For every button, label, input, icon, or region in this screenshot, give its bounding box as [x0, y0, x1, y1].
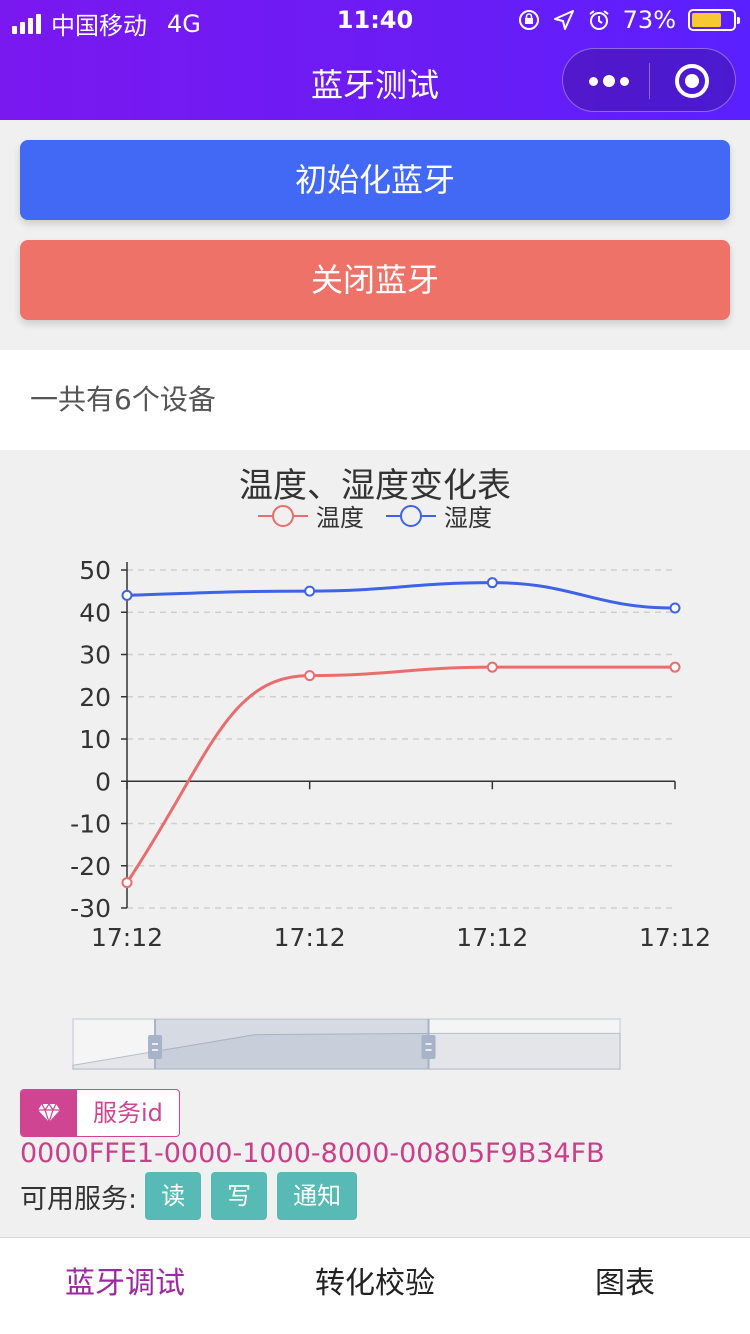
more-dots-icon[interactable]	[589, 69, 629, 93]
top-header: 中国移动 4G 11:40 73% 蓝牙测试	[0, 0, 750, 120]
write-button[interactable]: 写	[211, 1172, 268, 1220]
x-tick-label: 17:12	[91, 923, 163, 952]
temperature-point	[486, 661, 498, 673]
bottom-tab-bar: 蓝牙调试 转化校验 图表	[0, 1237, 750, 1334]
y-tick-label: 30	[79, 641, 111, 670]
temperature-point	[304, 670, 316, 682]
status-bar: 中国移动 4G 11:40 73%	[0, 0, 750, 40]
tab-bluetooth-debug[interactable]: 蓝牙调试	[0, 1238, 250, 1334]
legend-label-temperature: 温度	[316, 504, 364, 532]
humidity-point	[121, 589, 133, 601]
tab-conversion-check[interactable]: 转化校验	[250, 1238, 500, 1334]
humidity-point	[304, 585, 316, 597]
service-id-tag: 服务id	[20, 1089, 180, 1137]
battery-icon	[688, 9, 740, 31]
chart-legend: 温度 湿度	[0, 498, 750, 533]
mini-program-capsule	[562, 48, 736, 112]
read-button[interactable]: 读	[145, 1172, 202, 1220]
temperature-line	[125, 665, 675, 884]
alarm-icon	[589, 10, 609, 30]
datazoom-window	[155, 1019, 429, 1069]
y-tick-label: 50	[79, 556, 111, 585]
humidity-line	[126, 581, 676, 610]
battery-fill	[692, 13, 722, 27]
service-uuid: 0000FFE1-0000-1000-8000-00805F9B34FB	[20, 1138, 605, 1169]
orientation-lock-icon	[518, 10, 539, 30]
y-tick-label: 40	[79, 598, 111, 627]
close-bluetooth-button[interactable]: 关闭蓝牙	[20, 240, 730, 320]
legend-item-humidity[interactable]: 湿度	[386, 498, 492, 533]
x-tick-label: 17:12	[639, 923, 711, 952]
humidity-point	[669, 602, 681, 614]
humidity-point	[486, 577, 498, 589]
diamond-icon	[21, 1090, 77, 1136]
legend-swatch-humidity	[386, 504, 436, 528]
available-services-label: 可用服务:	[20, 1183, 138, 1215]
chart-panel: 50 40 30 20 10 0 -10 -20 -30 17:12 17:12 17:12 17:12…	[0, 452, 750, 1082]
device-count-text: 一共有6个设备	[0, 350, 750, 450]
y-tick-label: -30	[70, 894, 111, 923]
line-chart: 50403020100-10-20-3017:12 17:12 17:12 17:12	[70, 556, 711, 1070]
legend-label-humidity: 湿度	[444, 504, 492, 532]
target-circle-icon[interactable]	[675, 64, 709, 98]
datazoom-grip	[421, 1035, 436, 1059]
init-bluetooth-button[interactable]: 初始化蓝牙	[20, 140, 730, 220]
notify-button[interactable]: 通知	[277, 1172, 358, 1220]
x-tick-label: 17:12	[274, 923, 346, 952]
battery-percent: 73%	[622, 6, 676, 34]
service-id-label: 服务id	[93, 1099, 163, 1127]
available-services-row: 可用服务: 读 写 通知	[20, 1172, 367, 1220]
y-tick-label: 20	[79, 683, 111, 712]
location-icon	[553, 10, 574, 30]
temperature-point	[669, 661, 681, 673]
tab-chart[interactable]: 图表	[500, 1238, 750, 1334]
datazoom-grip	[148, 1035, 163, 1059]
legend-swatch-temperature	[258, 504, 308, 528]
x-tick-label: 17:12	[456, 923, 528, 952]
y-tick-label: 10	[79, 725, 111, 754]
y-tick-label: -10	[70, 810, 111, 839]
y-tick-label: -20	[70, 852, 111, 881]
capsule-divider	[649, 63, 650, 99]
status-right: 73%	[517, 6, 740, 34]
legend-item-temperature[interactable]: 温度	[258, 498, 364, 533]
temperature-point	[121, 877, 133, 889]
y-tick-label: 0	[95, 767, 111, 796]
